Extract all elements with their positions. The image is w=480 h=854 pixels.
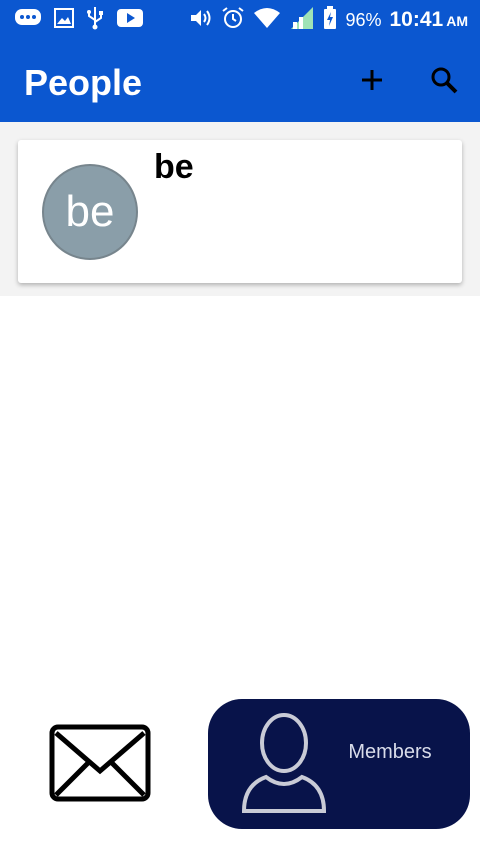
chat-icon: [14, 8, 42, 33]
add-icon: [360, 68, 384, 97]
people-list: be be: [0, 122, 480, 296]
search-button[interactable]: [422, 60, 466, 104]
mail-icon: [48, 723, 152, 808]
battery-icon: [323, 5, 337, 35]
battery-percent: 96%: [345, 9, 382, 30]
clock-time: 10:41: [389, 8, 444, 31]
avatar: be: [42, 164, 138, 260]
status-bar: 96% 10:41 AM: [0, 0, 480, 40]
app-bar: People: [0, 40, 480, 122]
image-icon: [54, 7, 74, 33]
page-title: People: [24, 62, 143, 103]
usb-icon: [86, 6, 104, 35]
youtube-icon: [116, 8, 144, 33]
person-name: be: [154, 148, 194, 186]
signal-icon: [289, 5, 315, 36]
clock-ampm: AM: [446, 13, 468, 29]
wifi-icon: [253, 7, 281, 34]
add-button[interactable]: [350, 60, 394, 104]
members-label: Members: [348, 741, 432, 763]
person-card[interactable]: be be: [18, 140, 462, 283]
status-bar-right: 96% 10:41 AM: [189, 5, 469, 36]
volume-icon: [189, 7, 213, 34]
avatar-initials: be: [65, 187, 115, 236]
clock: 10:41 AM: [390, 8, 469, 32]
messages-button[interactable]: [44, 720, 156, 810]
person-icon: [236, 711, 332, 817]
status-bar-left: [14, 6, 144, 35]
alarm-icon: [221, 6, 245, 35]
members-button[interactable]: Members: [208, 699, 470, 829]
search-icon: [430, 66, 458, 99]
